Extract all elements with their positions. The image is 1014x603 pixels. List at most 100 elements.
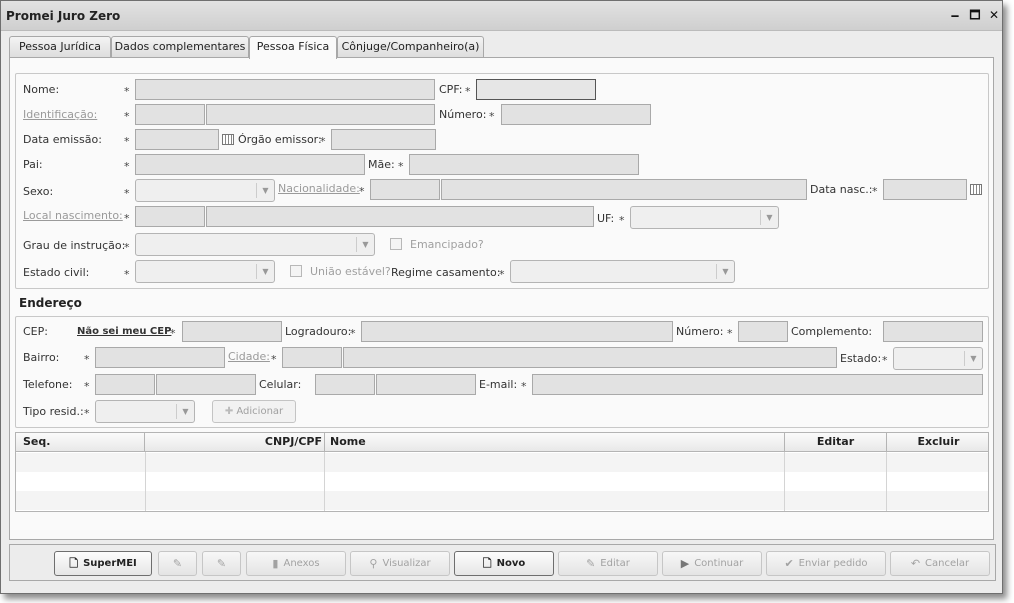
identificacao-desc-field[interactable] [206, 104, 435, 125]
telefone-ddd-field[interactable] [95, 374, 155, 395]
required-mark: * [170, 327, 176, 340]
estado-select[interactable]: ▼ [893, 347, 983, 370]
data-nasc-field[interactable] [883, 179, 967, 200]
calendar-icon[interactable] [970, 184, 982, 195]
novo-label: Novo [496, 558, 526, 569]
cep-field[interactable] [182, 321, 282, 342]
table-header-seq[interactable]: Seq. [16, 433, 145, 452]
required-mark: * [727, 327, 733, 340]
app-window: Promei Juro Zero 🗕 🗖 ✕ Pessoa Jurídica D… [0, 0, 1003, 594]
chevron-down-icon: ▼ [964, 351, 982, 366]
table-row[interactable] [16, 491, 988, 510]
logradouro-field[interactable] [361, 321, 673, 342]
tipo-resid-select[interactable]: ▼ [95, 400, 195, 423]
tab-pessoa-fisica[interactable]: Pessoa Física [249, 36, 337, 59]
cancelar-button[interactable]: ↶ Cancelar [890, 551, 990, 576]
calendar-icon[interactable] [222, 134, 234, 145]
table-header-nome[interactable]: Nome [325, 433, 785, 452]
chevron-down-icon: ▼ [256, 264, 274, 279]
cidade-desc-field[interactable] [343, 347, 837, 368]
enviar-pedido-button[interactable]: ✔ Enviar pedido [766, 551, 886, 576]
cidade-code-field[interactable] [282, 347, 342, 368]
mae-label: Mãe: [368, 158, 395, 171]
table-header-editar[interactable]: Editar [785, 433, 887, 452]
telefone-field[interactable] [156, 374, 256, 395]
novo-button[interactable]: 🗋 Novo [454, 551, 554, 576]
nacionalidade-code-field[interactable] [370, 179, 440, 200]
email-label: E-mail: [479, 378, 518, 391]
required-mark: * [359, 185, 365, 198]
estado-label: Estado: [840, 352, 882, 365]
uniao-estavel-label: União estável? [310, 265, 391, 278]
numero-field[interactable] [501, 104, 651, 125]
play-icon: ▶ [680, 557, 690, 570]
tab-conjuge[interactable]: Cônjuge/Companheiro(a) [337, 36, 484, 58]
sexo-select[interactable]: ▼ [135, 179, 275, 202]
adicionar-label: Adicionar [236, 406, 284, 417]
email-field[interactable] [532, 374, 983, 395]
data-emissao-field[interactable] [135, 129, 219, 150]
cpf-field[interactable] [476, 79, 596, 100]
edit-small-button[interactable]: ✎ [158, 551, 197, 576]
table-header-excluir[interactable]: Excluir [887, 433, 988, 452]
nao-sei-cep-link[interactable]: Não sei meu CEP [77, 326, 171, 337]
local-nascimento-label[interactable]: Local nascimento: [23, 209, 123, 222]
required-mark: * [882, 354, 888, 367]
nome-field[interactable] [135, 79, 435, 100]
bairro-label: Bairro: [23, 351, 60, 364]
chevron-down-icon: ▼ [716, 264, 734, 279]
uf-select[interactable]: ▼ [630, 206, 779, 229]
nacionalidade-desc-field[interactable] [441, 179, 807, 200]
supermei-button[interactable]: 🗋 SuperMEI [54, 551, 152, 576]
column-divider [784, 452, 785, 511]
table-header-cnpj[interactable]: CNPJ/CPF [145, 433, 325, 452]
local-nascimento-desc-field[interactable] [206, 206, 594, 227]
title-bar: Promei Juro Zero 🗕 🗖 ✕ [1, 1, 1002, 31]
mae-field[interactable] [409, 154, 639, 175]
visualizar-button[interactable]: ⚲ Visualizar [350, 551, 450, 576]
maximize-icon[interactable]: 🗖 [967, 7, 983, 23]
continuar-label: Continuar [694, 558, 744, 569]
bairro-field[interactable] [95, 347, 225, 368]
tab-dados-complementares[interactable]: Dados complementares [111, 36, 249, 58]
celular-field[interactable] [376, 374, 476, 395]
table-row[interactable] [16, 472, 988, 491]
grau-instrucao-select[interactable]: ▼ [135, 233, 375, 256]
adicionar-button[interactable]: ✚ Adicionar [212, 400, 296, 423]
action-bar: 🗋 SuperMEI ✎ ✎ ▮ Anexos ⚲ Visualizar 🗋 Novo … [9, 544, 996, 581]
required-mark: * [320, 135, 326, 148]
minimize-icon[interactable]: 🗕 [947, 7, 963, 23]
celular-ddd-field[interactable] [315, 374, 375, 395]
required-mark: * [350, 327, 356, 340]
edit-small-button-2[interactable]: ✎ [202, 551, 241, 576]
numero-end-label: Número: [676, 325, 724, 338]
pai-field[interactable] [135, 154, 365, 175]
required-mark: * [124, 135, 130, 148]
pai-label: Pai: [23, 158, 43, 171]
orgao-emissor-field[interactable] [331, 129, 436, 150]
anexos-button[interactable]: ▮ Anexos [246, 551, 346, 576]
cpf-label: CPF: [439, 83, 463, 96]
identificacao-label[interactable]: Identificação: [23, 108, 97, 121]
complemento-field[interactable] [883, 321, 983, 342]
tab-pessoa-juridica[interactable]: Pessoa Jurídica [9, 36, 111, 58]
chevron-down-icon: ▼ [256, 183, 274, 198]
emancipado-checkbox[interactable] [390, 238, 402, 250]
numero-end-field[interactable] [738, 321, 788, 342]
data-emissao-label: Data emissão: [23, 133, 102, 146]
local-nascimento-code-field[interactable] [135, 206, 205, 227]
emancipado-label: Emancipado? [410, 238, 484, 251]
table-row[interactable] [16, 453, 988, 472]
editar-button[interactable]: ✎ Editar [558, 551, 658, 576]
estado-civil-select[interactable]: ▼ [135, 260, 275, 283]
column-divider [324, 452, 325, 511]
nacionalidade-label[interactable]: Nacionalidade: [278, 182, 360, 195]
uniao-estavel-checkbox[interactable] [290, 265, 302, 277]
new-document-icon: 🗋 [482, 557, 492, 570]
close-icon[interactable]: ✕ [986, 7, 1002, 23]
window-title: Promei Juro Zero [6, 9, 121, 23]
continuar-button[interactable]: ▶ Continuar [662, 551, 762, 576]
identificacao-code-field[interactable] [135, 104, 205, 125]
cidade-label[interactable]: Cidade: [228, 350, 270, 363]
regime-casamento-select[interactable]: ▼ [510, 260, 735, 283]
